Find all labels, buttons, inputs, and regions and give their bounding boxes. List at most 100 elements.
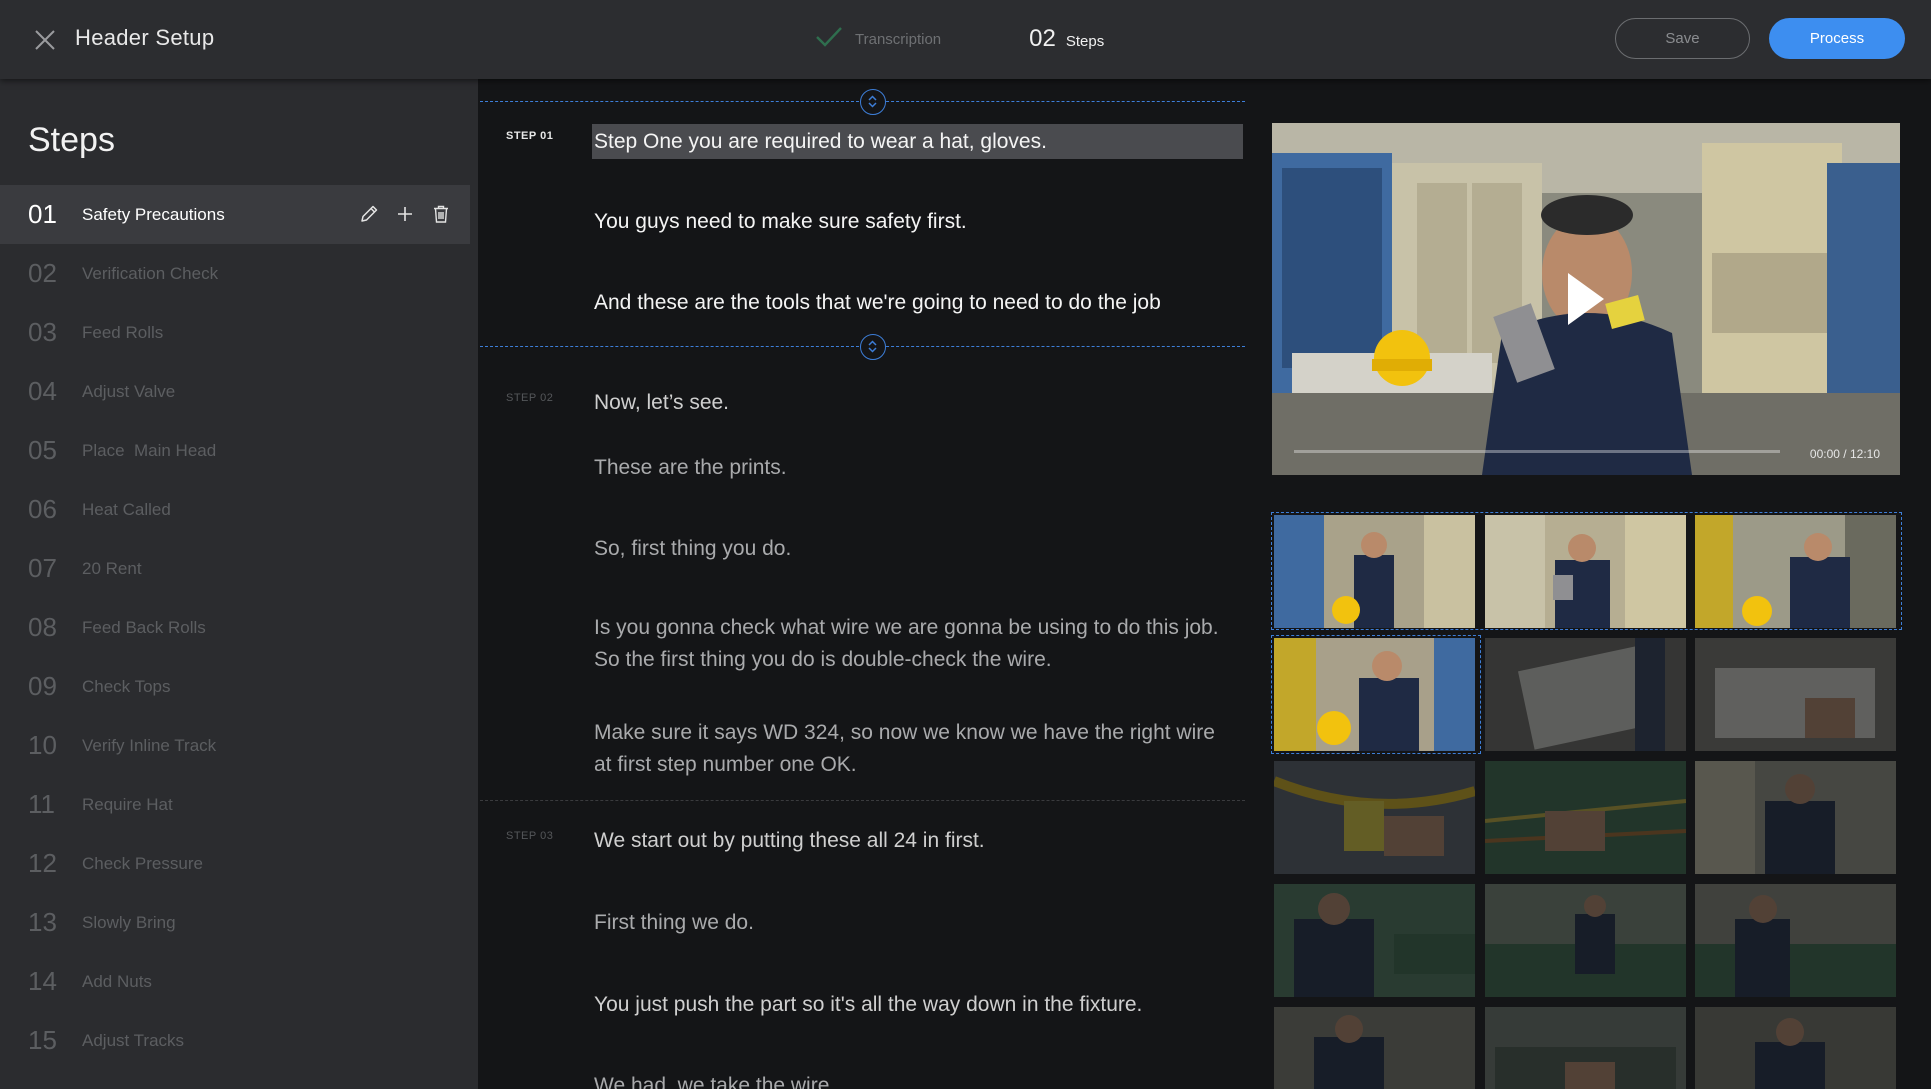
- step-label: Heat Called: [82, 499, 171, 519]
- stage-steps[interactable]: 02 Steps: [1029, 25, 1104, 53]
- step-label: Feed Rolls: [82, 322, 164, 342]
- step-number: 13: [28, 907, 57, 937]
- video-progress-bar[interactable]: [1294, 450, 1780, 453]
- thumbnail-frame[interactable]: [1274, 761, 1475, 874]
- media-panel: 00:00 / 12:10: [1245, 79, 1931, 1089]
- thumbnail-frame[interactable]: [1485, 761, 1686, 874]
- video-player[interactable]: 00:00 / 12:10: [1272, 123, 1900, 475]
- trash-icon[interactable]: [430, 203, 452, 225]
- step-number: 12: [28, 848, 57, 878]
- step-number: 01: [28, 199, 57, 229]
- sidebar-item-verification-check[interactable]: 02 Verification Check: [0, 244, 470, 303]
- transcript-line[interactable]: And these are the tools that we're going…: [594, 287, 1234, 319]
- transcript-line[interactable]: These are the prints.: [594, 452, 1234, 484]
- thumbnail-frame[interactable]: [1695, 638, 1896, 751]
- sidebar-item-feed-back-rolls[interactable]: 08 Feed Back Rolls: [0, 598, 470, 657]
- sidebar-item-adjust-valve[interactable]: 04 Adjust Valve: [0, 362, 470, 421]
- close-icon[interactable]: [32, 27, 58, 53]
- step-number: 14: [28, 966, 57, 996]
- stage-transcription-label: Transcription: [855, 30, 942, 48]
- thumbnail-image: [1485, 515, 1686, 628]
- video-time-separator: /: [1843, 447, 1847, 461]
- sidebar-item-safety-precautions[interactable]: 01 Safety Precautions: [0, 185, 470, 244]
- step-number: 04: [28, 376, 57, 406]
- thumbnail-frame[interactable]: [1695, 761, 1896, 874]
- thumbnail-image: [1274, 515, 1475, 628]
- thumbnail-frame[interactable]: [1485, 515, 1686, 628]
- thumbnail-dim-overlay: [1695, 884, 1896, 997]
- thumbnail-frame[interactable]: [1695, 1007, 1896, 1089]
- play-icon[interactable]: [1566, 271, 1606, 327]
- step-number: 03: [28, 317, 57, 347]
- transcript-line[interactable]: You just push the part so it's all the w…: [594, 989, 1234, 1021]
- process-button[interactable]: Process: [1769, 18, 1905, 59]
- step-label: Check Pressure: [82, 853, 203, 873]
- step-tag: STEP 03: [506, 830, 554, 842]
- transcript-line[interactable]: Is you gonna check what wire we are gonn…: [594, 612, 1234, 676]
- step-number: 11: [28, 789, 55, 819]
- thumbnail-dim-overlay: [1274, 1007, 1475, 1089]
- transcript-line[interactable]: We start out by putting these all 24 in …: [594, 825, 1234, 857]
- step-number: 02: [28, 258, 57, 288]
- thumbnail-dim-overlay: [1695, 761, 1896, 874]
- transcript-line[interactable]: Now, let’s see.: [594, 387, 1234, 419]
- step-tag: STEP 01: [506, 130, 554, 142]
- stage-steps-number: 02: [1029, 25, 1056, 52]
- transcript-line[interactable]: Make sure it says WD 324, so now we know…: [594, 717, 1234, 781]
- transcript-line[interactable]: So, first thing you do.: [594, 533, 1234, 565]
- thumbnail-dim-overlay: [1695, 1007, 1896, 1089]
- video-time: 00:00 / 12:10: [1810, 447, 1880, 461]
- thumbnail-frame[interactable]: [1274, 1007, 1475, 1089]
- sidebar-item-verify-inline-track[interactable]: 10 Verify Inline Track: [0, 716, 470, 775]
- transcript-line[interactable]: Step One you are required to wear a hat,…: [592, 124, 1243, 159]
- sidebar-item-add-nuts[interactable]: 14 Add Nuts: [0, 952, 470, 1011]
- sidebar-item-place-main-head[interactable]: 05 Place Main Head: [0, 421, 470, 480]
- thumbnail-frame[interactable]: [1274, 515, 1475, 628]
- thumbnail-frame[interactable]: [1274, 884, 1475, 997]
- step-divider: [480, 800, 1245, 801]
- step-number: 07: [28, 553, 57, 583]
- drag-handle-icon[interactable]: [860, 334, 886, 360]
- sidebar-item-adjust-tracks[interactable]: 15 Adjust Tracks: [0, 1011, 470, 1070]
- stage-steps-label: Steps: [1065, 33, 1105, 50]
- thumbnail-dim-overlay: [1695, 638, 1896, 751]
- step-tag: STEP 02: [506, 392, 554, 404]
- sidebar-item-require-hat[interactable]: 11 Require Hat: [0, 775, 470, 834]
- sidebar-item-check-tops[interactable]: 09 Check Tops: [0, 657, 470, 716]
- video-current-time: 00:00: [1809, 447, 1840, 461]
- step-label: Verification Check: [82, 263, 219, 283]
- thumbnail-frame[interactable]: [1485, 638, 1686, 751]
- page-title: Header Setup: [75, 25, 215, 50]
- sidebar-item-slowly-bring[interactable]: 13 Slowly Bring: [0, 893, 470, 952]
- step-label: Add Nuts: [82, 971, 152, 991]
- thumbnail-image: [1695, 515, 1896, 628]
- sidebar-item-20-rent[interactable]: 07 20 Rent: [0, 539, 470, 598]
- thumbnail-frame[interactable]: [1695, 884, 1896, 997]
- step-label: Feed Back Rolls: [82, 617, 206, 637]
- step-label: Adjust Valve: [82, 381, 176, 401]
- save-button[interactable]: Save: [1615, 18, 1750, 59]
- sidebar-item-feed-rolls[interactable]: 03 Feed Rolls: [0, 303, 470, 362]
- pencil-icon[interactable]: [358, 203, 380, 225]
- stage-transcription[interactable]: Transcription: [815, 26, 941, 52]
- sidebar-item-heat-called[interactable]: 06 Heat Called: [0, 480, 470, 539]
- step-number: 10: [28, 730, 57, 760]
- top-bar: Header Setup Transcription 02 Steps Save…: [0, 0, 1931, 79]
- thumbnail-dim-overlay: [1274, 761, 1475, 874]
- step-label: Check Tops: [82, 676, 171, 696]
- sidebar-item-check-pressure[interactable]: 12 Check Pressure: [0, 834, 470, 893]
- thumbnail-dim-overlay: [1485, 1007, 1686, 1089]
- thumbnail-frame[interactable]: [1695, 515, 1896, 628]
- check-icon: [815, 26, 843, 52]
- step-label: Verify Inline Track: [82, 735, 217, 755]
- thumbnail-frame[interactable]: [1274, 638, 1475, 751]
- transcript-line[interactable]: First thing we do.: [594, 907, 1234, 939]
- transcript-line[interactable]: You guys need to make sure safety first.: [594, 206, 1234, 238]
- step-number: 05: [28, 435, 57, 465]
- transcript-line[interactable]: We had, we take the wire: [594, 1070, 1234, 1089]
- drag-handle-icon[interactable]: [860, 89, 886, 115]
- thumbnail-frame[interactable]: [1485, 1007, 1686, 1089]
- plus-icon[interactable]: [394, 203, 416, 225]
- thumbnail-dim-overlay: [1485, 761, 1686, 874]
- thumbnail-frame[interactable]: [1485, 884, 1686, 997]
